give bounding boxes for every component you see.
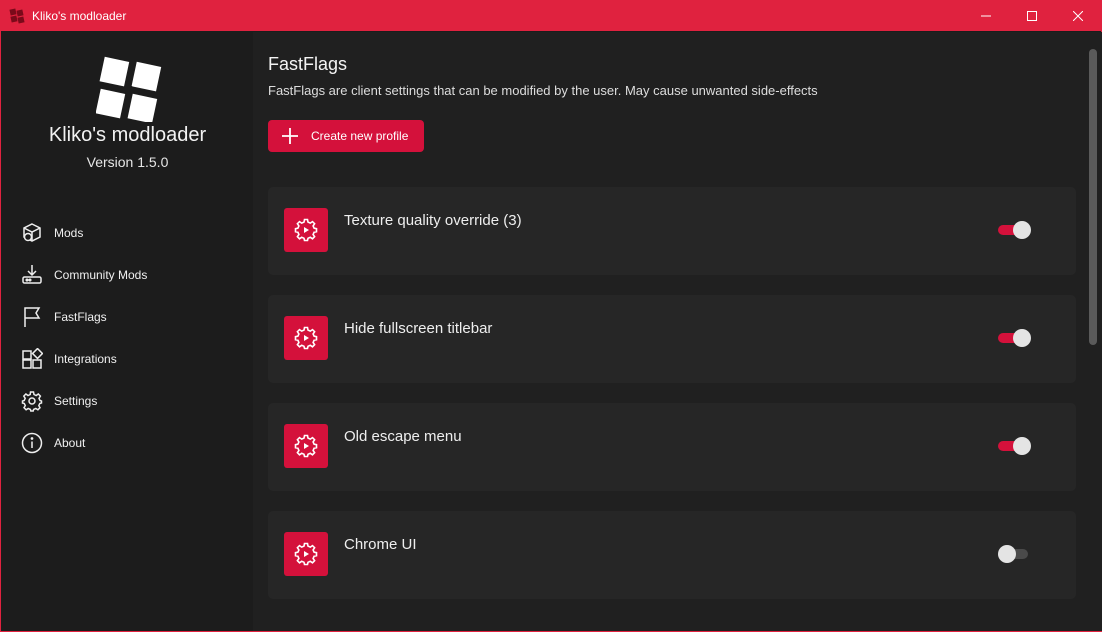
gear-icon bbox=[19, 388, 45, 414]
sidebar-item-fastflags[interactable]: FastFlags bbox=[19, 296, 239, 338]
download-icon bbox=[19, 262, 45, 288]
flag-card: Old escape menu bbox=[268, 403, 1076, 491]
scrollbar-thumb[interactable] bbox=[1089, 49, 1097, 345]
create-profile-label: Create new profile bbox=[311, 129, 409, 143]
flag-toggle[interactable] bbox=[998, 437, 1032, 455]
close-icon bbox=[1073, 11, 1083, 21]
flag-card: Hide fullscreen titlebar bbox=[268, 295, 1076, 383]
flag-name: Chrome UI bbox=[344, 536, 417, 553]
app-window: Kliko's modloader Kliko's modloader Vers… bbox=[0, 0, 1102, 632]
title-bar[interactable]: Kliko's modloader bbox=[1, 1, 1101, 31]
app-logo-icon bbox=[9, 8, 25, 24]
sidebar-item-mods[interactable]: Mods bbox=[19, 212, 239, 254]
maximize-button[interactable] bbox=[1009, 1, 1055, 31]
plus-icon bbox=[280, 127, 300, 145]
sidebar-item-label: About bbox=[54, 436, 86, 450]
sidebar-item-integrations[interactable]: Integrations bbox=[19, 338, 239, 380]
flag-settings-icon bbox=[284, 208, 328, 252]
flag-settings-icon bbox=[284, 532, 328, 576]
sidebar-item-label: Community Mods bbox=[54, 268, 148, 282]
sidebar-item-community-mods[interactable]: Community Mods bbox=[19, 254, 239, 296]
app-logo bbox=[96, 56, 162, 122]
maximize-icon bbox=[1027, 11, 1037, 21]
main-content: FastFlags FastFlags are client settings … bbox=[253, 32, 1102, 631]
sidebar-item-settings[interactable]: Settings bbox=[19, 380, 239, 422]
sidebar-item-about[interactable]: About bbox=[19, 422, 239, 464]
sidebar-item-label: FastFlags bbox=[54, 310, 107, 324]
flag-name: Old escape menu bbox=[344, 428, 462, 445]
page-title: FastFlags bbox=[268, 54, 348, 74]
flag-card: Texture quality override (3) bbox=[268, 187, 1076, 275]
app-name: Kliko's modloader bbox=[48, 124, 207, 146]
minimize-button[interactable] bbox=[963, 1, 1009, 31]
package-icon bbox=[19, 220, 45, 246]
sidebar-item-label: Integrations bbox=[54, 352, 117, 366]
app-version: Version 1.5.0 bbox=[86, 154, 169, 170]
sidebar-item-label: Mods bbox=[54, 226, 84, 240]
minimize-icon bbox=[981, 15, 991, 17]
apps-icon bbox=[19, 346, 45, 372]
flag-settings-icon bbox=[284, 424, 328, 468]
info-icon bbox=[19, 430, 45, 456]
flag-settings-icon bbox=[284, 316, 328, 360]
flag-toggle[interactable] bbox=[998, 221, 1032, 239]
page-description: FastFlags are client settings that can b… bbox=[268, 83, 818, 98]
flag-name: Hide fullscreen titlebar bbox=[344, 320, 493, 337]
sidebar-item-label: Settings bbox=[54, 394, 98, 408]
close-button[interactable] bbox=[1055, 1, 1101, 31]
flag-icon bbox=[19, 304, 45, 330]
flag-toggle[interactable] bbox=[998, 545, 1032, 563]
flag-card: Chrome UI bbox=[268, 511, 1076, 599]
window-title: Kliko's modloader bbox=[32, 9, 127, 23]
sidebar-nav: Mods Community Mods FastFlags Integratio… bbox=[19, 212, 239, 464]
create-profile-button[interactable]: Create new profile bbox=[268, 120, 424, 152]
sidebar: Kliko's modloader Version 1.5.0 Mods Com… bbox=[2, 32, 253, 631]
flag-toggle[interactable] bbox=[998, 329, 1032, 347]
flag-name: Texture quality override (3) bbox=[344, 212, 522, 229]
